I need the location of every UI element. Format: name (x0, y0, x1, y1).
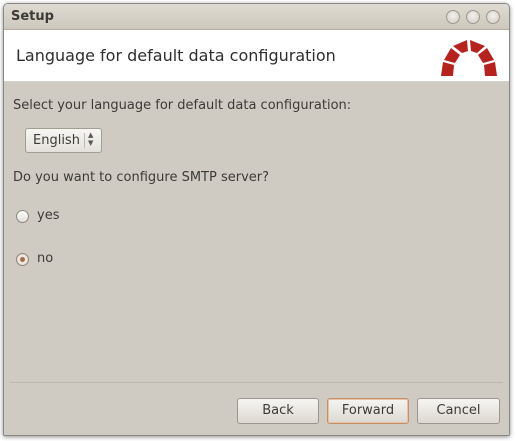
up-down-arrows-icon: ▲ ▼ (88, 131, 94, 147)
smtp-question: Do you want to configure SMTP server? (13, 170, 270, 185)
back-button[interactable]: Back (237, 398, 319, 424)
redmine-logo-icon (441, 40, 497, 76)
window-title: Setup (11, 9, 54, 24)
title-bar[interactable]: Setup (4, 4, 509, 30)
setup-dialog: Setup Language for default data configur… (3, 3, 510, 436)
content-area: Select your language for default data co… (4, 82, 509, 435)
maximize-button[interactable] (466, 10, 480, 24)
page-title: Language for default data configuration (16, 46, 336, 65)
radio-no[interactable] (16, 253, 29, 266)
language-select-value: English (33, 133, 80, 148)
header-banner: Language for default data configuration (4, 30, 509, 82)
radio-yes-label[interactable]: yes (37, 208, 59, 223)
radio-no-label[interactable]: no (37, 251, 53, 266)
cancel-button[interactable]: Cancel (417, 398, 500, 424)
button-divider (10, 382, 503, 383)
language-select[interactable]: English ▲ ▼ (25, 128, 102, 153)
forward-button[interactable]: Forward (327, 398, 409, 424)
language-label: Select your language for default data co… (13, 98, 352, 113)
minimize-button[interactable] (446, 10, 460, 24)
close-button[interactable] (486, 10, 500, 24)
combo-separator (84, 133, 85, 148)
radio-yes[interactable] (16, 210, 29, 223)
